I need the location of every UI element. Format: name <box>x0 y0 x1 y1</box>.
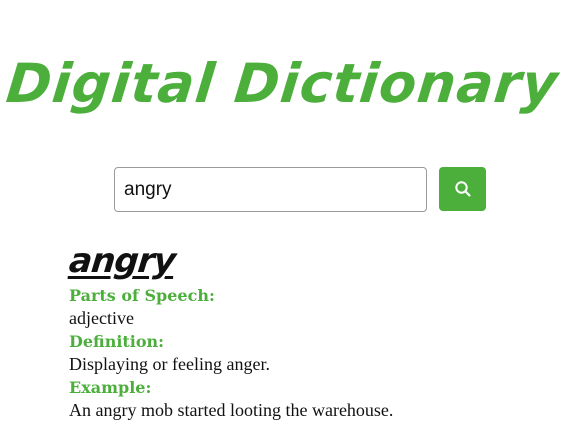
definition-value: Displaying or feeling anger. <box>69 354 270 374</box>
definition-label: Definition: <box>69 332 165 351</box>
search-input[interactable] <box>114 167 427 212</box>
example-value: An angry mob started looting the warehou… <box>69 400 394 420</box>
app-title: Digital Dictionary <box>3 52 562 115</box>
search-icon <box>454 181 471 197</box>
parts-of-speech-label: Parts of Speech: <box>69 286 215 305</box>
search-bar <box>114 167 486 212</box>
result-word: angry <box>67 241 177 281</box>
search-button[interactable] <box>439 167 486 211</box>
parts-of-speech-value: adjective <box>69 308 134 328</box>
example-label: Example: <box>69 378 152 397</box>
result-panel: angry Parts of Speech: adjective Definit… <box>67 238 539 422</box>
